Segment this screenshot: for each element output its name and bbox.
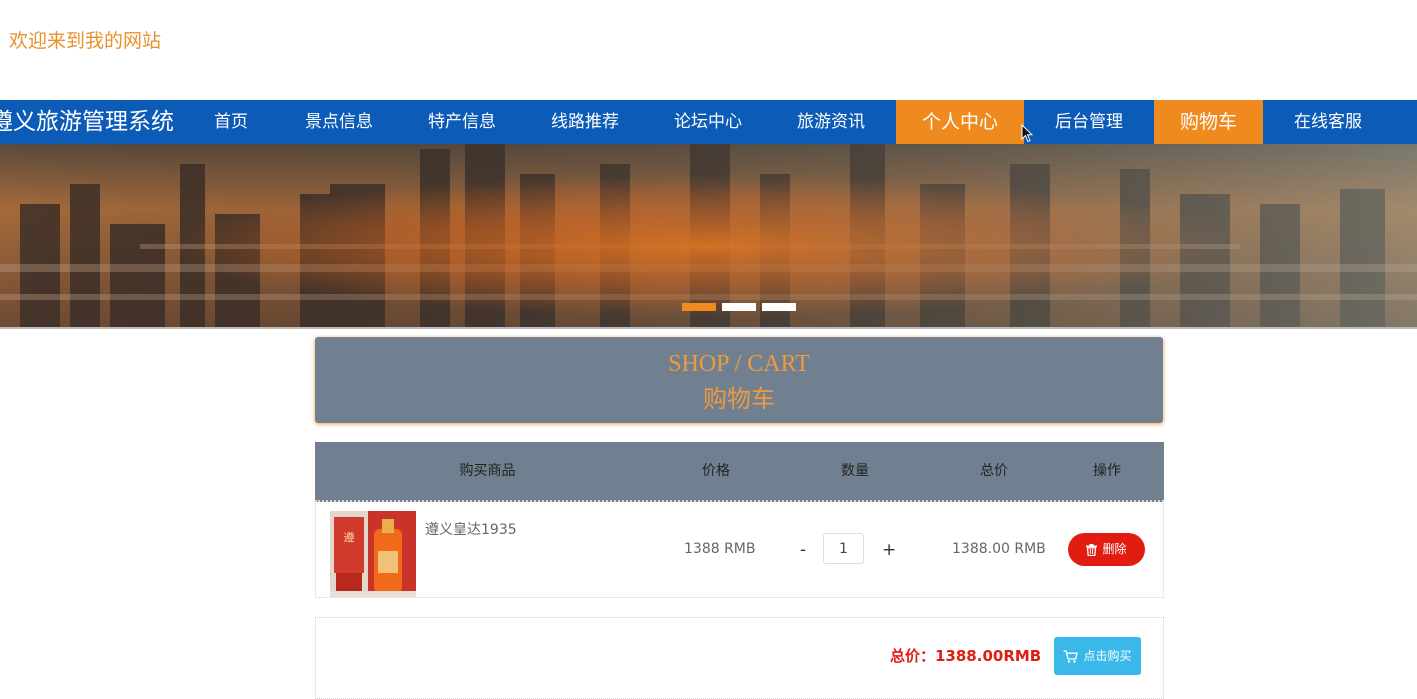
nav-routes[interactable]: 线路推荐: [536, 100, 634, 144]
buy-button-label: 点击购买: [1083, 649, 1132, 663]
product-name[interactable]: 遵义皇达1935: [425, 519, 517, 539]
product-price: 1388 RMB: [684, 541, 756, 557]
nav-news[interactable]: 旅游资讯: [782, 100, 880, 144]
mouse-cursor-icon: [1021, 124, 1033, 143]
nav-personal-center[interactable]: 个人中心: [896, 100, 1024, 144]
col-subtotal: 总价: [980, 463, 1008, 479]
cart-total: 总价：1388.00RMB: [890, 647, 1042, 665]
nav-admin[interactable]: 后台管理: [1040, 100, 1138, 144]
trash-icon: [1086, 543, 1098, 556]
cart-summary: 总价：1388.00RMB 点击购买: [315, 617, 1164, 699]
cart-title-en: SHOP / CART: [668, 351, 810, 377]
svg-text:遵: 遵: [344, 530, 355, 544]
welcome-text: 欢迎来到我的网站: [9, 30, 162, 52]
cart-title-cn: 购物车: [703, 385, 775, 413]
quantity-increase-button[interactable]: +: [882, 540, 896, 560]
nav-forum[interactable]: 论坛中心: [659, 100, 757, 144]
buy-button[interactable]: 点击购买: [1054, 637, 1141, 675]
col-quantity: 数量: [841, 463, 869, 479]
quantity-input[interactable]: [823, 533, 864, 564]
nav-specialties[interactable]: 特产信息: [413, 100, 511, 144]
nav-home[interactable]: 首页: [190, 100, 272, 144]
banner-dot-3[interactable]: [762, 303, 796, 311]
product-subtotal: 1388.00 RMB: [952, 541, 1046, 557]
hero-banner: [0, 144, 1417, 329]
cart-table-header: 购买商品 价格 数量 总价 操作: [315, 442, 1164, 502]
col-actions: 操作: [1093, 463, 1121, 479]
quantity-decrease-button[interactable]: -: [800, 540, 806, 560]
cart-title-box: SHOP / CART 购物车: [315, 337, 1163, 423]
site-brand[interactable]: 遵义旅游管理系统: [0, 100, 174, 144]
main-navbar: 遵义旅游管理系统 首页 景点信息 特产信息 线路推荐 论坛中心 旅游资讯 个人中…: [0, 100, 1417, 144]
delete-button-label: 删除: [1102, 542, 1127, 556]
product-thumbnail[interactable]: 遵: [330, 511, 416, 597]
banner-dot-2[interactable]: [722, 303, 756, 311]
cart-item-row: 遵 遵义皇达1935 1388 RMB - + 1388.00 RMB 删除: [315, 501, 1164, 598]
col-price: 价格: [702, 463, 730, 479]
nav-attractions[interactable]: 景点信息: [290, 100, 388, 144]
city-skyline-image: [0, 144, 1417, 329]
nav-cart[interactable]: 购物车: [1154, 100, 1263, 144]
delete-button[interactable]: 删除: [1068, 533, 1145, 566]
cart-icon: [1063, 650, 1079, 663]
banner-dot-1[interactable]: [682, 303, 716, 311]
nav-online-service[interactable]: 在线客服: [1279, 100, 1377, 144]
col-product: 购买商品: [459, 463, 516, 479]
